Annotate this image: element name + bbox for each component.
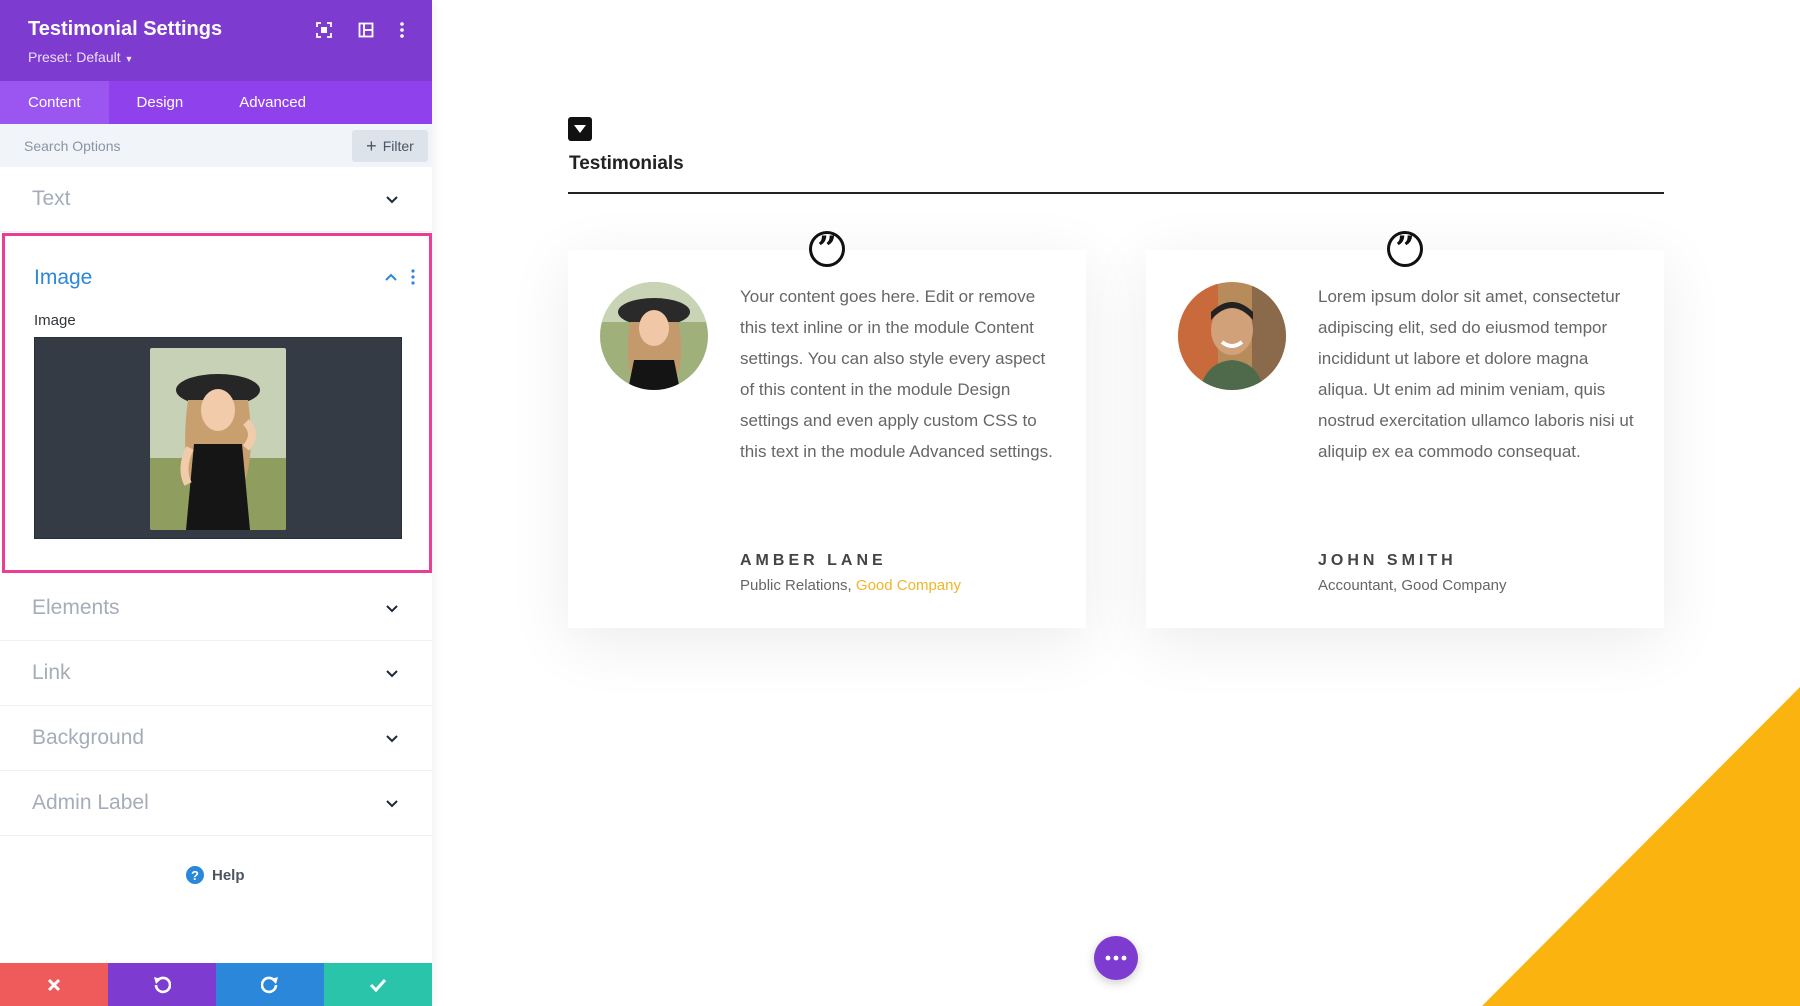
panel-title: Testimonial Settings	[28, 18, 223, 40]
chevron-down-icon	[386, 605, 398, 613]
redo-button[interactable]	[216, 963, 324, 1006]
testimonial-text: Your content goes here. Edit or remove t…	[740, 287, 1053, 461]
image-preview	[150, 348, 286, 530]
save-button[interactable]	[324, 963, 432, 1006]
chevron-down-icon	[386, 670, 398, 678]
section-label[interactable]: Image	[34, 266, 92, 290]
woman-in-hat-avatar	[600, 282, 708, 390]
more-vertical-icon[interactable]	[392, 20, 412, 40]
module-title: Testimonials	[569, 153, 684, 174]
section-link[interactable]: Link	[0, 641, 432, 706]
section-label: Text	[32, 187, 71, 210]
testimonial-position: Accountant, Good Company	[1318, 577, 1507, 594]
section-label: Elements	[32, 596, 120, 619]
testimonial-card[interactable]: Lorem ipsum dolor sit amet, consectetur …	[1146, 250, 1664, 628]
testimonial-author: JOHN SMITH	[1318, 552, 1457, 569]
search-input[interactable]	[24, 133, 344, 159]
tab-advanced[interactable]: Advanced	[211, 81, 334, 124]
image-upload-field[interactable]	[34, 337, 402, 539]
image-field-label: Image	[34, 312, 76, 329]
plus-icon: +	[366, 136, 377, 156]
help-icon: ?	[186, 866, 204, 884]
more-vertical-icon[interactable]	[410, 269, 416, 285]
testimonial-card[interactable]: Your content goes here. Edit or remove t…	[568, 250, 1086, 628]
chevron-down-icon	[386, 735, 398, 743]
tab-content[interactable]: Content	[0, 81, 109, 124]
help-label: Help	[212, 866, 245, 884]
discard-button[interactable]	[0, 963, 108, 1006]
help-link[interactable]: ? Help	[186, 866, 245, 884]
settings-panel: Testimonial Settings Preset: Default ▼ C…	[0, 0, 432, 1006]
tab-design[interactable]: Design	[109, 81, 212, 124]
company-link[interactable]: Good Company	[856, 577, 961, 594]
section-elements[interactable]: Elements	[0, 576, 432, 641]
section-text[interactable]: Text	[0, 167, 432, 232]
testimonial-position: Public Relations, Good Company	[740, 577, 961, 594]
panel-tabs: Content Design Advanced	[0, 81, 432, 124]
preset-label: Preset: Default	[28, 49, 121, 65]
smiling-man-avatar	[1178, 282, 1286, 390]
expand-icon[interactable]	[314, 20, 334, 40]
testimonial-text: Lorem ipsum dolor sit amet, consectetur …	[1318, 287, 1634, 461]
check-icon	[369, 978, 387, 992]
filter-button[interactable]: + Filter	[352, 130, 428, 162]
section-background[interactable]: Background	[0, 706, 432, 771]
chevron-up-icon[interactable]	[383, 269, 399, 285]
chevron-down-icon	[386, 800, 398, 808]
undo-icon	[154, 976, 171, 993]
page-settings-button[interactable]	[1094, 936, 1138, 980]
chevron-down-icon	[386, 196, 398, 204]
filter-label: Filter	[382, 138, 414, 154]
section-admin-label[interactable]: Admin Label	[0, 771, 432, 836]
visual-builder: Testimonials ” Your content goes here. E…	[0, 0, 1800, 1006]
split-view-icon[interactable]	[356, 20, 376, 40]
testimonial-author: AMBER LANE	[740, 552, 887, 569]
more-horizontal-icon	[1105, 955, 1127, 961]
section-label: Background	[32, 726, 145, 749]
panel-footer	[0, 963, 432, 1006]
caret-down-icon: ▼	[124, 54, 134, 64]
quote-icon: ”	[1387, 231, 1423, 267]
undo-button[interactable]	[108, 963, 216, 1006]
section-label: Link	[32, 661, 71, 684]
panel-header: Testimonial Settings Preset: Default ▼	[0, 0, 432, 81]
redo-icon	[261, 976, 278, 993]
quote-icon: ”	[809, 231, 845, 267]
preset-dropdown[interactable]: Preset: Default ▼	[28, 49, 133, 65]
caret-down-icon	[574, 125, 586, 133]
title-divider	[568, 192, 1664, 194]
section-image: Image Image	[2, 233, 432, 573]
position-text: Public Relations,	[740, 577, 856, 594]
module-toggle-icon[interactable]	[568, 117, 592, 141]
section-label: Admin Label	[32, 791, 149, 814]
close-icon	[47, 978, 61, 991]
